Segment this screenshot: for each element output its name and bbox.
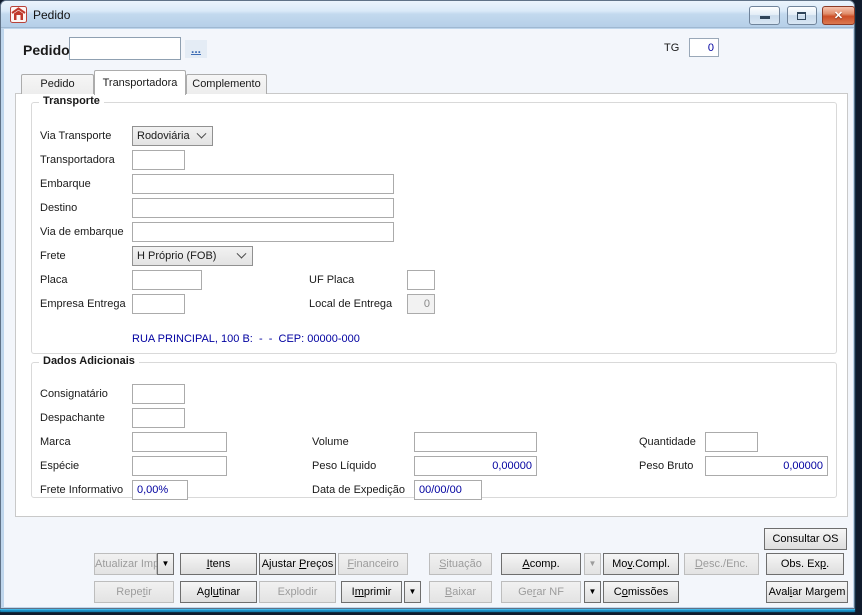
repetir-button: Repetir — [94, 581, 174, 603]
transporte-legend: Transporte — [39, 95, 104, 107]
titlebar: Pedido — [1, 1, 855, 28]
arrow-down-icon — [589, 586, 597, 598]
window-title: Pedido — [33, 8, 71, 22]
peso-bruto-label: Peso Bruto — [639, 460, 694, 472]
acomp-button[interactable]: Acomp. — [501, 553, 581, 575]
baixar-button: Baixar — [429, 581, 492, 603]
peso-liquido-label: Peso Líquido — [312, 460, 377, 472]
marca-label: Marca — [40, 436, 71, 448]
volume-input[interactable] — [414, 432, 537, 452]
pedido-lookup-button[interactable]: ... — [185, 40, 207, 58]
uf-placa-label: UF Placa — [309, 274, 355, 286]
embarque-label: Embarque — [40, 178, 91, 190]
empresa-entrega-input[interactable] — [132, 294, 185, 314]
situacao-button: Situação — [429, 553, 492, 575]
transportadora-label: Transportadora — [40, 154, 115, 166]
aglutinar-button[interactable]: Aglutinar — [180, 581, 257, 603]
marca-input[interactable] — [132, 432, 227, 452]
gerar-nf-button: Gerar NF — [501, 581, 581, 603]
placa-label: Placa — [40, 274, 68, 286]
frete-informativo-input[interactable] — [132, 480, 188, 500]
itens-button[interactable]: Itens — [180, 553, 257, 575]
uf-placa-input[interactable] — [407, 270, 435, 290]
arrow-down-icon — [409, 586, 417, 598]
dados-adicionais-legend: Dados Adicionais — [39, 355, 139, 367]
quantidade-input[interactable] — [705, 432, 758, 452]
transportadora-tab-panel: Transporte Via Transporte Rodoviária Tra… — [15, 93, 848, 517]
despachante-input[interactable] — [132, 408, 185, 428]
ajustar-precos-button[interactable]: Ajustar Preços — [259, 553, 336, 575]
via-transporte-label: Via Transporte — [40, 130, 112, 142]
via-embarque-input[interactable] — [132, 222, 394, 242]
quantidade-label: Quantidade — [639, 436, 696, 448]
tab-pedido[interactable]: Pedido — [21, 74, 94, 94]
via-embarque-label: Via de embarque — [40, 226, 124, 238]
peso-liquido-input[interactable] — [414, 456, 537, 476]
imprimir-dropdown-button[interactable] — [404, 581, 421, 603]
arrow-down-icon — [162, 558, 170, 570]
comissoes-button[interactable]: Comissões — [603, 581, 679, 603]
especie-input[interactable] — [132, 456, 227, 476]
dados-adicionais-groupbox: Dados Adicionais Consignatário Despachan… — [31, 355, 837, 500]
delivery-address-text: RUA PRINCIPAL, 100 B: - - CEP: 00000-000 — [132, 333, 360, 345]
pedido-field-label: Pedido — [23, 42, 70, 58]
destino-input[interactable] — [132, 198, 394, 218]
frete-select[interactable]: H Próprio (FOB) — [132, 246, 253, 266]
tg-input[interactable] — [689, 38, 719, 57]
chevron-down-icon — [236, 248, 247, 259]
explodir-button: Explodir — [259, 581, 336, 603]
despachante-label: Despachante — [40, 412, 105, 424]
empresa-entrega-label: Empresa Entrega — [40, 298, 126, 310]
consignatario-label: Consignatário — [40, 388, 108, 400]
app-icon — [10, 6, 27, 23]
atualizar-imp-button: Atualizar Imp — [94, 553, 159, 575]
chevron-down-icon — [196, 128, 207, 139]
via-transporte-select[interactable]: Rodoviária — [132, 126, 213, 146]
frete-label: Frete — [40, 250, 66, 262]
especie-label: Espécie — [40, 460, 80, 472]
atualizar-imp-dropdown-button[interactable] — [157, 553, 174, 575]
close-button[interactable] — [822, 6, 855, 25]
data-expedicao-input[interactable] — [414, 480, 482, 500]
maximize-icon — [797, 11, 806, 20]
transporte-groupbox: Transporte Via Transporte Rodoviária Tra… — [31, 95, 837, 354]
frete-informativo-label: Frete Informativo — [40, 484, 124, 496]
placa-input[interactable] — [132, 270, 202, 290]
pedido-window: Pedido Pedido ... TG Pedido Transportado… — [0, 0, 855, 609]
tab-complemento[interactable]: Complemento — [186, 74, 267, 94]
peso-bruto-input[interactable] — [705, 456, 828, 476]
data-expedicao-label: Data de Expedição — [312, 484, 405, 496]
desc-enc-button: Desc./Enc. — [684, 553, 759, 575]
tab-transportadora[interactable]: Transportadora — [94, 70, 186, 95]
consignatario-input[interactable] — [132, 384, 185, 404]
gerar-nf-dropdown-button[interactable] — [584, 581, 601, 603]
acomp-dropdown-button — [584, 553, 601, 575]
obs-exp-button[interactable]: Obs. Exp. — [766, 553, 844, 575]
mov-compl-button[interactable]: Mov.Compl. — [603, 553, 679, 575]
maximize-button[interactable] — [787, 6, 817, 25]
pedido-number-input[interactable] — [69, 37, 181, 60]
tg-label: TG — [664, 42, 680, 54]
imprimir-button[interactable]: Imprimir — [341, 581, 402, 603]
local-entrega-input — [407, 294, 435, 314]
consultar-os-button[interactable]: Consultar OS — [764, 528, 847, 550]
embarque-input[interactable] — [132, 174, 394, 194]
avaliar-margem-button[interactable]: Avaliar Margem — [766, 581, 848, 603]
volume-label: Volume — [312, 436, 349, 448]
minimize-icon — [759, 16, 770, 19]
local-entrega-label: Local de Entrega — [309, 298, 393, 310]
destino-label: Destino — [40, 202, 78, 214]
financeiro-button: Financeiro — [338, 553, 408, 575]
arrow-down-icon — [589, 558, 597, 570]
transportadora-input[interactable] — [132, 150, 185, 170]
minimize-button[interactable] — [749, 6, 780, 25]
